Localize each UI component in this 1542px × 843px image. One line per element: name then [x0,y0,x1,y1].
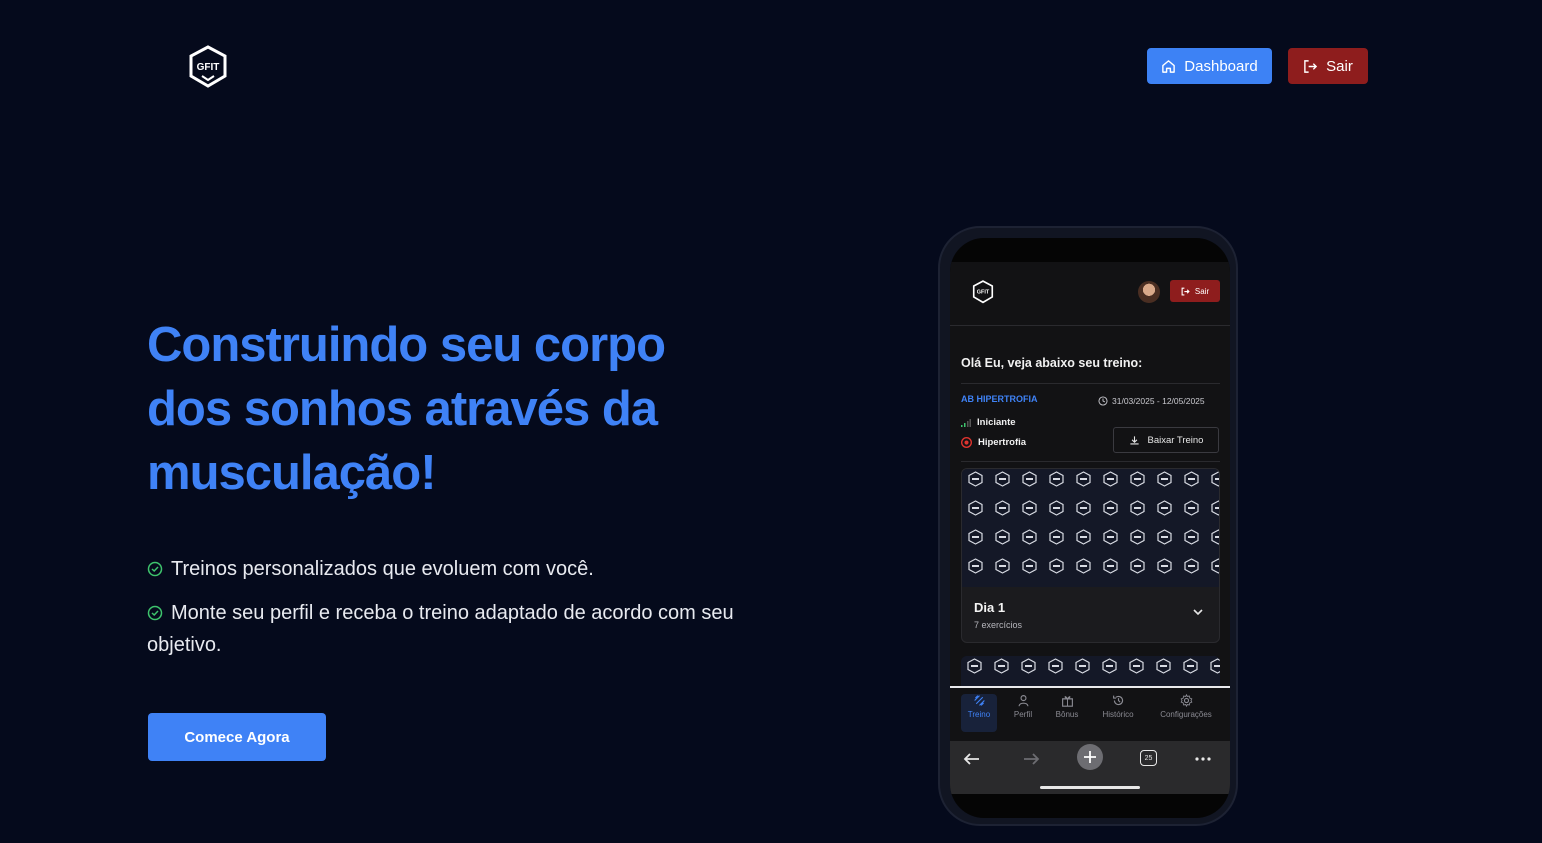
app-view: GFIT Sair Olá Eu, veja abaixo seu treino… [950,262,1230,794]
feature-item: Monte seu perfil e receba o treino adapt… [147,597,747,661]
tab-label: Configurações [1160,710,1212,719]
greeting: Olá Eu, veja abaixo seu treino: [961,356,1143,370]
level-text: Iniciante [977,417,1016,428]
workout-day-card[interactable]: Dia 1 7 exercícios [961,468,1220,643]
home-indicator [1040,786,1140,789]
history-icon [1112,695,1123,706]
logo-text: GFIT [197,62,220,73]
download-workout-button[interactable]: Baixar Treino [1113,427,1219,453]
app-logout-label: Sair [1194,286,1210,296]
logout-icon [1304,59,1318,73]
forward-arrow-icon[interactable] [1021,749,1041,769]
plan-dates: 31/03/2025 - 12/05/2025 [1098,396,1205,406]
goal-tag: Hipertrofia [961,437,1026,448]
tab-label: Treino [967,710,991,719]
tabs-count[interactable]: 25 [1140,750,1157,766]
download-icon [1129,435,1139,444]
tab-label: Bônus [1055,710,1079,719]
tab-perfil[interactable]: Perfil [1008,694,1038,732]
logo-pattern [962,469,1219,587]
back-arrow-icon[interactable] [962,749,982,769]
app-logout-button[interactable]: Sair [1170,280,1220,302]
phone-screen: GFIT Sair Olá Eu, veja abaixo seu treino… [950,238,1230,818]
signal-bars-icon [961,419,971,427]
feature-text: Monte seu perfil e receba o treino adapt… [147,602,734,656]
app-logo-text: GFIT [977,290,990,296]
home-icon [1162,59,1176,73]
dumbbell-icon [973,695,985,706]
app-tab-bar: Treino Perfil Bônus Histórico Configuraç… [950,686,1230,741]
tab-label: Histórico [1102,710,1134,719]
day-subtitle: 7 exercícios [974,620,1023,630]
tab-configuracoes[interactable]: Configurações [1154,694,1218,732]
plan-name: AB HIPERTROFIA [961,394,1038,404]
tab-label: Perfil [1013,710,1033,719]
level-tag: Iniciante [961,417,1016,428]
app-header: GFIT Sair [950,262,1230,326]
feature-item: Treinos personalizados que evoluem com v… [147,553,747,585]
user-icon [1017,695,1029,707]
gear-icon [1180,694,1192,707]
goal-text: Hipertrofia [978,437,1027,448]
target-icon [961,437,972,448]
check-circle-icon [147,561,163,577]
download-label: Baixar Treino [1147,434,1204,446]
more-icon[interactable] [1193,749,1213,769]
divider [961,461,1220,462]
logout-button[interactable]: Sair [1288,48,1368,84]
gift-icon [1061,696,1073,707]
tab-treino[interactable]: Treino [961,694,997,732]
avatar[interactable] [1138,281,1160,303]
dashboard-button[interactable]: Dashboard [1147,48,1272,84]
gfit-logo[interactable]: GFIT [188,45,228,89]
logout-label: Sair [1326,57,1353,75]
divider [961,383,1220,384]
logout-icon [1181,287,1190,295]
dashboard-label: Dashboard [1184,57,1258,75]
new-tab-button[interactable] [1077,744,1103,770]
plan-dates-text: 31/03/2025 - 12/05/2025 [1112,396,1205,406]
check-circle-icon [147,605,163,621]
chevron-down-icon[interactable] [1192,606,1204,618]
tab-bonus[interactable]: Bônus [1050,694,1084,732]
clock-icon [1098,396,1108,406]
app-logo[interactable]: GFIT [972,280,994,304]
day-title: Dia 1 [974,600,1006,615]
feature-text: Treinos personalizados que evoluem com v… [171,558,594,580]
hero-title: Construindo seu corpo dos sonhos através… [147,318,666,500]
phone-mockup: GFIT Sair Olá Eu, veja abaixo seu treino… [938,226,1238,826]
plus-icon [1084,751,1096,763]
tab-historico[interactable]: Histórico [1098,694,1138,732]
start-now-button[interactable]: Comece Agora [148,713,326,761]
